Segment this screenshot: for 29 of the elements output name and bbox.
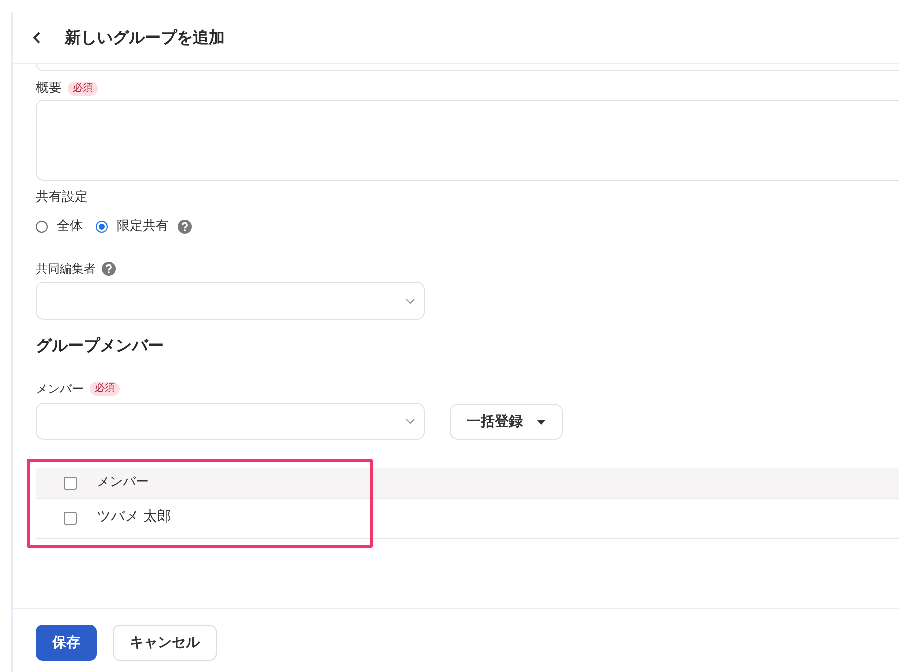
caret-icon: [537, 420, 546, 424]
text-field[interactable]: [36, 64, 899, 71]
radio-button[interactable]: [96, 221, 108, 233]
summary-field[interactable]: [36, 100, 899, 181]
member-name: ツバメ 太郎: [97, 508, 172, 526]
column-header: メンバー: [97, 474, 149, 492]
required-badge: 必須: [90, 382, 120, 396]
cancel-button[interactable]: キャンセル: [113, 625, 217, 661]
required-badge: 必須: [68, 82, 98, 96]
bulk-register-button[interactable]: 一括登録: [450, 404, 563, 440]
radio-button[interactable]: [36, 221, 48, 233]
select-field[interactable]: [36, 282, 425, 320]
back-icon[interactable]: [33, 32, 41, 44]
section-heading: グループメンバー: [36, 335, 164, 357]
chevron-down-icon: [406, 419, 415, 424]
select-field[interactable]: [36, 403, 425, 440]
save-button[interactable]: 保存: [36, 625, 97, 661]
field-label: 概要: [36, 80, 62, 98]
help-icon[interactable]: [102, 262, 116, 276]
radio-label: 全体: [57, 218, 83, 236]
radio-label: 限定共有: [117, 218, 169, 236]
help-icon[interactable]: [178, 220, 192, 234]
checkbox[interactable]: [64, 512, 77, 525]
field-label: メンバー: [36, 381, 84, 397]
field-label: 共有設定: [36, 189, 88, 207]
field-label: 共同編集者: [36, 261, 96, 277]
page-title: 新しいグループを追加: [65, 26, 225, 48]
checkbox[interactable]: [64, 476, 77, 490]
chevron-down-icon: [406, 298, 415, 304]
